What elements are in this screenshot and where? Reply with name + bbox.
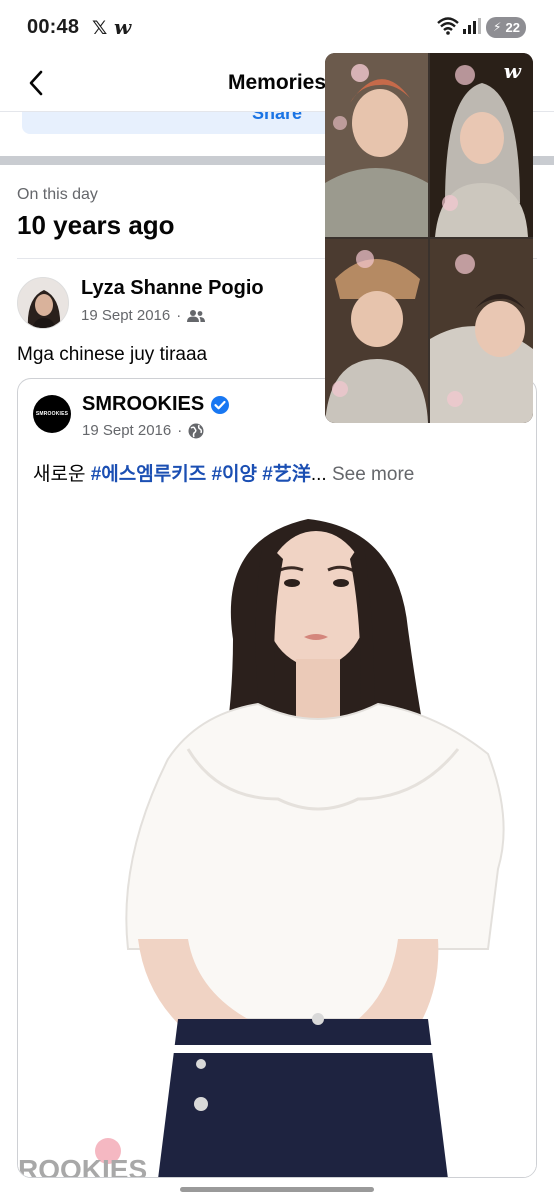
status-time: 00:48 [27, 16, 80, 38]
battery-indicator: ⚡ 22 [486, 17, 526, 38]
shared-photo[interactable]: ROOKIES [18, 499, 537, 1178]
charging-icon: ⚡ [493, 20, 502, 34]
years-ago-title: 10 years ago [17, 210, 175, 240]
shared-page-name[interactable]: SMROOKIES [82, 393, 230, 416]
x-logo-icon: 𝕏 [92, 18, 108, 39]
caption-ellipsis: ... [310, 464, 327, 485]
shared-page-name-text[interactable]: SMROOKIES [82, 393, 204, 416]
verified-badge-icon [211, 395, 230, 414]
shared-caption: 새로운 #에스엠루키즈 #이양 #艺洋... See more [33, 459, 414, 486]
post-date[interactable]: 19 Sept 2016 [81, 307, 170, 324]
globe-icon [188, 423, 204, 438]
page-avatar[interactable]: SMROOKIES [33, 395, 71, 433]
author-avatar[interactable] [17, 277, 69, 329]
on-this-day-label: On this day [17, 186, 98, 203]
weverse-icon[interactable]: w [504, 59, 521, 83]
post-text: Mga chinese juy tiraaa [17, 344, 208, 365]
shared-post-card[interactable]: SMROOKIES SMROOKIES 19 Sept 2016 · 새로운 #… [17, 378, 537, 1178]
caption-text: 새로운 [33, 464, 91, 485]
video-tile-4 [430, 239, 533, 423]
caption-hashtags[interactable]: #에스엠루키즈 #이양 #艺洋 [91, 464, 311, 485]
svg-text:ROOKIES: ROOKIES [18, 1154, 147, 1178]
status-bar: 00:48 𝕏 w ⚡ 22 [0, 0, 554, 56]
video-tile-3 [325, 239, 428, 423]
weverse-status-icon: w [114, 15, 132, 39]
floating-video-player[interactable]: w [325, 53, 533, 423]
shared-post-meta: 19 Sept 2016 · [82, 422, 204, 439]
meta-separator: · [176, 307, 182, 324]
author-name[interactable]: Lyza Shanne Pogio [81, 277, 264, 300]
wifi-icon [437, 17, 459, 35]
battery-level: 22 [505, 20, 520, 35]
see-more-link[interactable]: See more [327, 464, 414, 485]
post-meta: 19 Sept 2016 · [81, 307, 206, 324]
friends-icon [187, 309, 206, 322]
signal-icon [463, 18, 481, 34]
shared-post-date[interactable]: 19 Sept 2016 [82, 422, 171, 439]
video-tile-1 [325, 53, 428, 237]
home-indicator[interactable] [180, 1187, 374, 1192]
memory-header: On this day 10 years ago [17, 186, 175, 241]
meta-separator: · [177, 422, 183, 439]
